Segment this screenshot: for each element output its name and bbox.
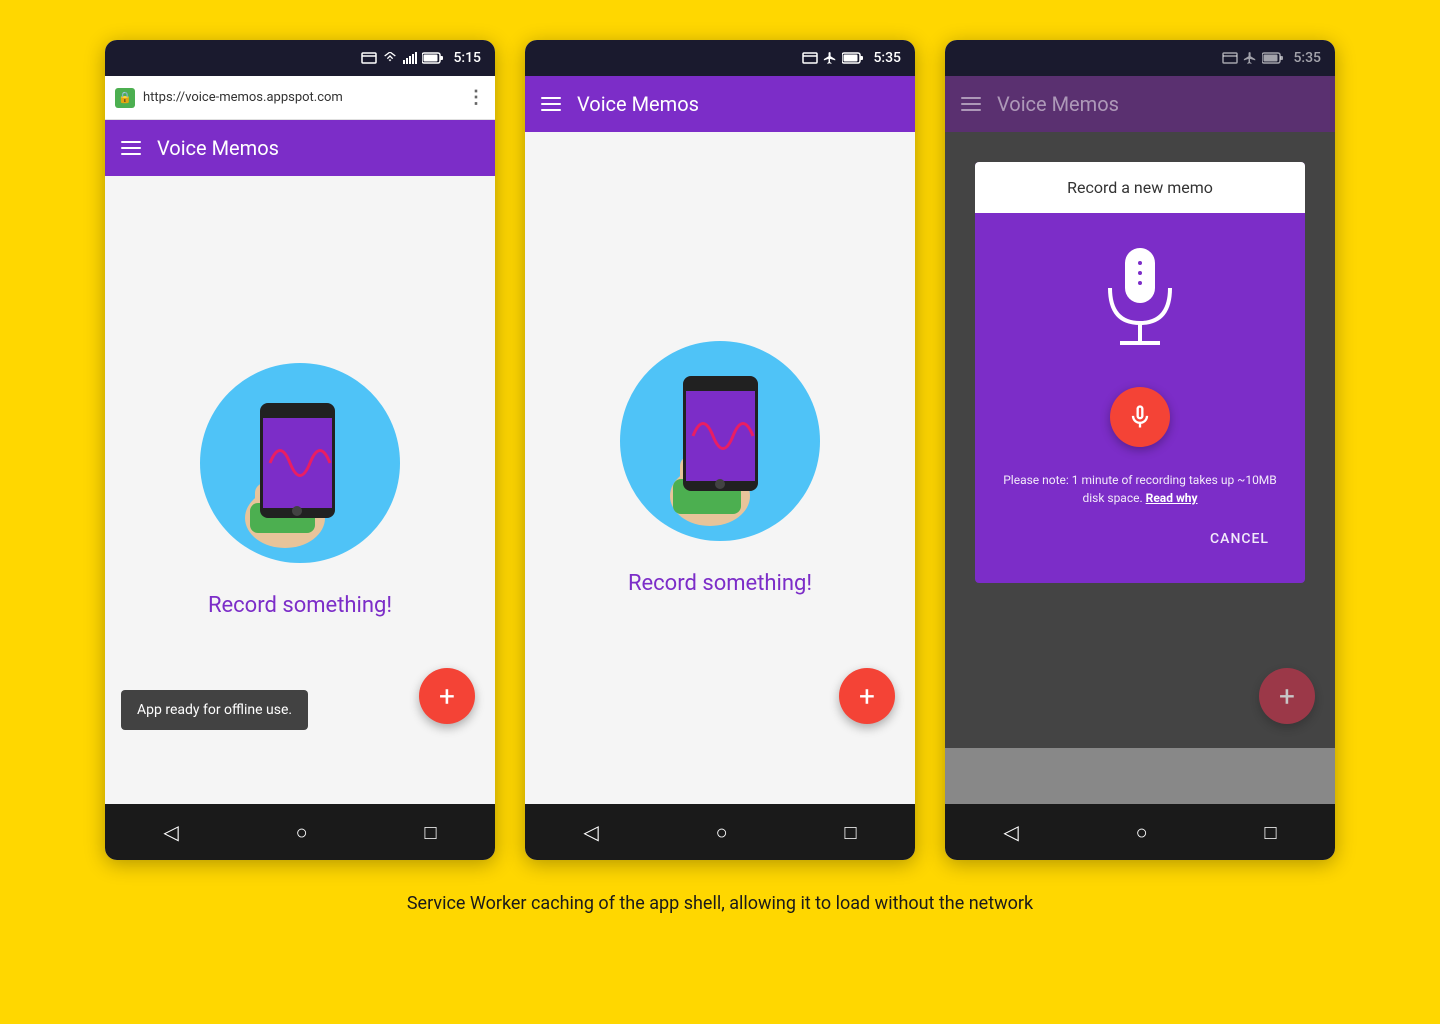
mic-icon-large — [1100, 243, 1180, 357]
hamburger-icon-3[interactable] — [961, 97, 981, 111]
record-text-1: Record something! — [208, 593, 392, 618]
app-bar-3: Voice Memos — [945, 76, 1335, 132]
phone-3: 5:35 Voice Memos Record a new memo — [945, 40, 1335, 860]
airplane-icon-2 — [823, 51, 837, 65]
illustration-1 — [200, 363, 400, 563]
url-text: https://voice-memos.appspot.com — [143, 90, 459, 105]
notification-icon-2 — [802, 52, 818, 64]
nav-home-1[interactable]: ○ — [296, 820, 308, 845]
dialog-title: Record a new memo — [975, 162, 1305, 213]
lock-icon: 🔒 — [115, 88, 135, 108]
app-title-2: Voice Memos — [577, 92, 699, 116]
dialog-overlay: Record a new memo — [945, 132, 1335, 748]
phone-illustration-svg-2 — [645, 351, 795, 531]
phone-2: 5:35 Voice Memos — [525, 40, 915, 860]
phone-body-1: Record something! App ready for offline … — [105, 176, 495, 804]
illustration-2 — [620, 341, 820, 541]
nav-back-2[interactable]: ◁ — [583, 820, 598, 844]
status-bar-2: 5:35 — [525, 40, 915, 76]
airplane-icon-3 — [1243, 51, 1257, 65]
battery-icon-2 — [842, 52, 864, 64]
caption: Service Worker caching of the app shell,… — [407, 890, 1033, 917]
status-icons-2: 5:35 — [802, 50, 901, 66]
phone-illustration-svg-1 — [225, 373, 375, 553]
fab-plus-icon-2: + — [859, 680, 875, 713]
nav-bar-1: ◁ ○ □ — [105, 804, 495, 860]
status-icons-1: 5:15 — [361, 50, 481, 66]
url-bar[interactable]: 🔒 https://voice-memos.appspot.com ⋮ — [105, 76, 495, 120]
nav-recent-1[interactable]: □ — [424, 820, 436, 845]
fab-plus-icon-3: + — [1279, 680, 1295, 713]
mic-small-icon — [1126, 403, 1154, 431]
record-button[interactable] — [1110, 387, 1170, 447]
phones-container: 5:15 🔒 https://voice-memos.appspot.com ⋮… — [30, 40, 1410, 860]
hamburger-icon-2[interactable] — [541, 97, 561, 111]
fab-button-1[interactable]: + — [419, 668, 475, 724]
snackbar: App ready for offline use. — [121, 690, 308, 730]
record-text-2: Record something! — [628, 571, 812, 596]
nav-recent-3[interactable]: □ — [1264, 820, 1276, 845]
hamburger-icon-1[interactable] — [121, 141, 141, 155]
signal-icon — [403, 52, 417, 64]
battery-icon — [422, 52, 444, 64]
status-time-3: 5:35 — [1293, 50, 1321, 66]
snackbar-text: App ready for offline use. — [137, 702, 292, 718]
status-bar-1: 5:15 — [105, 40, 495, 76]
phone-1: 5:15 🔒 https://voice-memos.appspot.com ⋮… — [105, 40, 495, 860]
app-title-3: Voice Memos — [997, 92, 1119, 116]
cancel-button[interactable]: CANCEL — [995, 523, 1285, 563]
notification-icon — [361, 52, 377, 64]
app-bar-1: Voice Memos — [105, 120, 495, 176]
nav-bar-3: ◁ ○ □ — [945, 804, 1335, 860]
notification-icon-3 — [1222, 52, 1238, 64]
dialog-note: Please note: 1 minute of recording takes… — [995, 471, 1285, 507]
nav-home-3[interactable]: ○ — [1136, 820, 1148, 845]
battery-icon-3 — [1262, 52, 1284, 64]
record-dialog: Record a new memo — [975, 162, 1305, 583]
nav-back-1[interactable]: ◁ — [163, 820, 178, 844]
fab-button-2[interactable]: + — [839, 668, 895, 724]
app-bar-2: Voice Memos — [525, 76, 915, 132]
nav-recent-2[interactable]: □ — [844, 820, 856, 845]
read-why-link[interactable]: Read why — [1146, 491, 1198, 505]
status-time-2: 5:35 — [873, 50, 901, 66]
status-icons-3: 5:35 — [1222, 50, 1321, 66]
app-title-1: Voice Memos — [157, 136, 279, 160]
nav-bar-2: ◁ ○ □ — [525, 804, 915, 860]
status-bar-3: 5:35 — [945, 40, 1335, 76]
fab-button-3[interactable]: + — [1259, 668, 1315, 724]
dialog-content: Please note: 1 minute of recording takes… — [975, 213, 1305, 583]
phone-body-2: Record something! + — [525, 132, 915, 804]
status-time-1: 5:15 — [453, 50, 481, 66]
phone-body-3: Record a new memo — [945, 132, 1335, 804]
nav-back-3[interactable]: ◁ — [1003, 820, 1018, 844]
more-options-icon[interactable]: ⋮ — [467, 87, 485, 108]
fab-plus-icon-1: + — [439, 680, 455, 713]
wifi-icon — [382, 52, 398, 64]
nav-home-2[interactable]: ○ — [716, 820, 728, 845]
microphone-svg — [1100, 243, 1180, 353]
